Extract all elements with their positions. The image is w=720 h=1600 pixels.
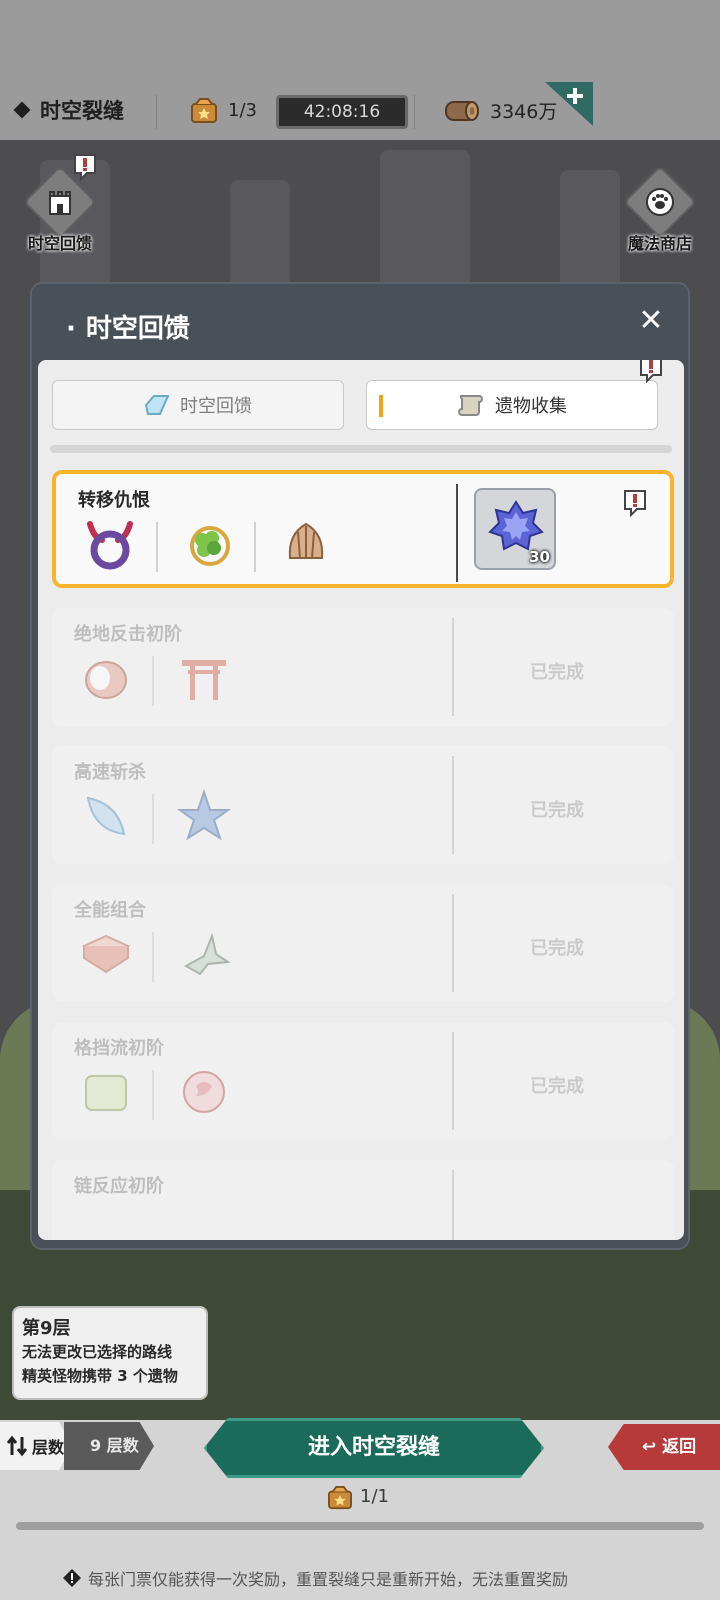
icon-divider	[152, 794, 154, 844]
reward-notice: 每张门票仅能获得一次奖励，重置裂缝只是重新开始，无法重置奖励	[62, 1566, 568, 1590]
modal-title: 时空回馈	[66, 308, 190, 345]
magic-shop-side-button[interactable]: 魔法商店	[614, 165, 706, 262]
reward-item[interactable]: 30	[474, 488, 556, 570]
layer-label: 层数	[32, 1438, 65, 1457]
bird-icon	[183, 932, 231, 976]
active-tab-indicator	[379, 395, 383, 417]
scroll-icon	[458, 395, 483, 416]
layer-value: 9 层数	[64, 1422, 154, 1470]
card-title: 格挡流初阶	[74, 1038, 164, 1059]
time-feedback-side-button[interactable]: 时空回馈	[14, 165, 106, 262]
icon-divider	[254, 522, 256, 572]
sort-arrows-icon	[6, 1435, 28, 1457]
relic-card[interactable]: 绝地反击初阶 已完成	[52, 608, 674, 726]
side-label-right: 魔法商店	[627, 234, 692, 253]
icon-divider	[152, 656, 154, 706]
star-icon	[176, 788, 232, 841]
tab-relic-collection[interactable]: 遗物收集	[366, 380, 658, 430]
tab-label: 时空回馈	[180, 396, 252, 417]
card-title: 绝地反击初阶	[74, 624, 182, 645]
card-title: 高速斩杀	[74, 762, 146, 783]
back-button[interactable]: ↩ 返回	[608, 1424, 720, 1470]
card-separator	[452, 1032, 454, 1130]
card-separator	[452, 618, 454, 716]
completed-status: 已完成	[530, 662, 584, 683]
card-separator	[452, 894, 454, 992]
alert-icon	[74, 154, 96, 182]
relic-card[interactable]: 全能组合 已完成	[52, 884, 674, 1002]
tab-time-feedback[interactable]: 时空回馈	[52, 380, 344, 430]
icon-divider	[152, 1070, 154, 1120]
tab-label: 遗物收集	[495, 396, 567, 417]
scroll-block-icon	[85, 1075, 127, 1111]
side-label-left: 时空回馈	[27, 234, 92, 253]
divider	[414, 95, 415, 129]
time-feedback-modal: 时空回馈 ✕ 时空回馈 遗物收集 转移仇恨	[30, 282, 690, 1250]
reward-count: 30	[529, 548, 550, 566]
progress-track	[16, 1522, 704, 1530]
ticket-count: 1/3	[228, 100, 257, 121]
icon-divider	[152, 932, 154, 982]
card-title: 全能组合	[74, 900, 146, 921]
card-separator	[452, 1170, 454, 1240]
card-title: 链反应初阶	[74, 1176, 164, 1197]
clover-amulet-icon	[190, 526, 230, 566]
wood-log-icon	[445, 101, 479, 121]
castle-icon	[49, 191, 71, 215]
drum-icon	[85, 661, 127, 699]
layer-toggle-button[interactable]: 层数	[0, 1422, 72, 1470]
notice-text: 每张门票仅能获得一次奖励，重置裂缝只是重新开始，无法重置奖励	[88, 1570, 569, 1589]
relic-card[interactable]: 转移仇恨 30	[52, 470, 674, 588]
horned-ring-icon	[87, 521, 133, 570]
ticket-icon	[191, 98, 217, 123]
paw-icon	[646, 188, 674, 216]
enter-rift-button[interactable]: 进入时空裂缝	[204, 1418, 544, 1478]
completed-status: 已完成	[530, 1076, 584, 1097]
floor-rule-2: 精英怪物携带 3 个遗物	[22, 1367, 178, 1385]
warning-icon	[63, 1569, 81, 1587]
stage-title-text: 时空裂缝	[40, 99, 124, 123]
add-resource-button[interactable]	[545, 82, 593, 126]
feather-blade-icon	[86, 796, 126, 836]
relic-card[interactable]: 高速斩杀 已完成	[52, 746, 674, 864]
completed-status: 已完成	[530, 938, 584, 959]
crystal-icon	[144, 395, 170, 415]
stage-title: 时空裂缝	[13, 95, 124, 125]
relic-card[interactable]: 链反应初阶	[52, 1160, 674, 1240]
torii-icon	[182, 660, 226, 700]
relic-card[interactable]: 格挡流初阶 已完成	[52, 1022, 674, 1140]
book-icon	[81, 934, 131, 974]
countdown-timer: 42:08:16	[276, 95, 408, 129]
close-button[interactable]: ✕	[636, 306, 666, 336]
divider	[156, 95, 157, 129]
alert-icon	[640, 360, 662, 384]
card-title: 转移仇恨	[78, 490, 150, 511]
diamond-icon	[13, 101, 31, 119]
entry-ticket-count: 1/1	[360, 1486, 389, 1507]
back-label: 返回	[662, 1437, 697, 1457]
ticket-icon	[328, 1486, 352, 1510]
back-arrow-icon: ↩	[642, 1437, 663, 1457]
card-separator	[456, 484, 458, 582]
floor-info-panel: 第9层 无法更改已选择的路线 精英怪物携带 3 个遗物	[12, 1306, 208, 1400]
shell-icon	[288, 522, 324, 559]
icon-divider	[156, 522, 158, 572]
modal-body: 时空回馈 遗物收集 转移仇恨 30 绝地反击初阶 已完成 高速斩杀 已完成 全能…	[38, 360, 684, 1240]
floor-rule-1: 无法更改已选择的路线	[22, 1343, 173, 1361]
alert-icon	[624, 490, 646, 518]
completed-status: 已完成	[530, 800, 584, 821]
floor-heading: 第9层	[22, 1318, 71, 1339]
tab-scroll-track	[50, 445, 672, 453]
rose-icon	[183, 1071, 225, 1113]
card-separator	[452, 756, 454, 854]
